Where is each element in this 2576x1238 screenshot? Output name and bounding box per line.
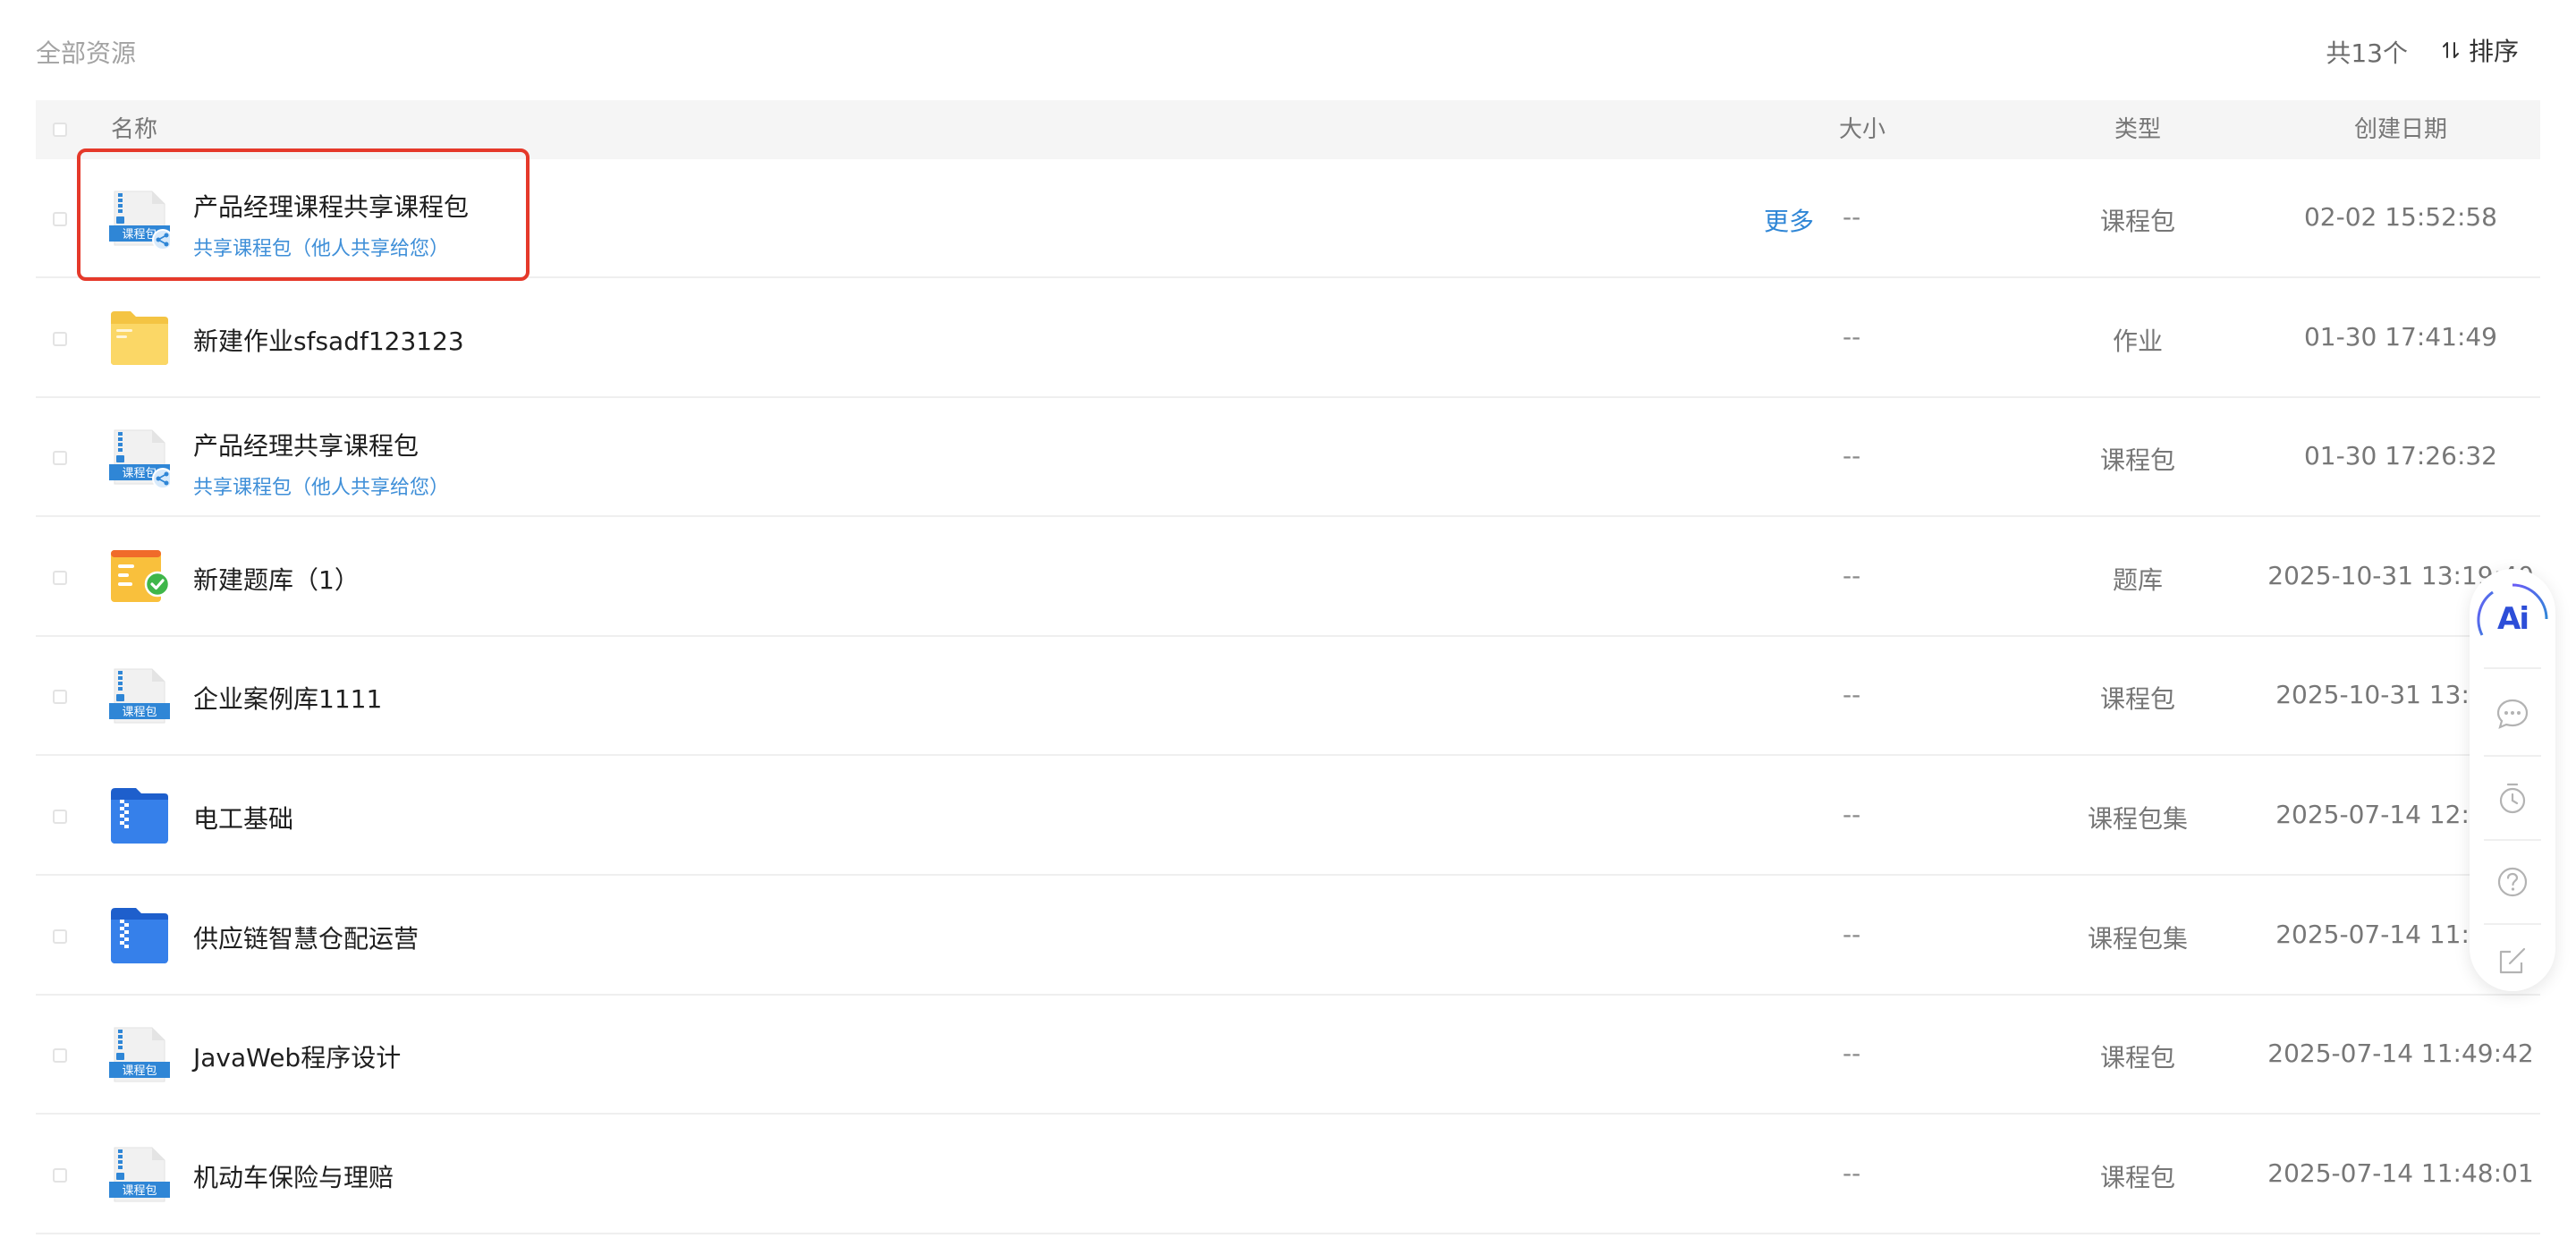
row-checkbox[interactable] xyxy=(53,929,67,944)
toolbar: 全部资源 共13个 排序 xyxy=(36,0,2540,100)
sort-label: 排序 xyxy=(2468,37,2519,66)
resource-size: -- xyxy=(1843,920,1861,949)
resource-size: -- xyxy=(1843,322,1861,352)
row-checkbox[interactable] xyxy=(53,332,67,346)
resource-date: 02-02 15:52:58 xyxy=(2303,202,2497,232)
edit-icon xyxy=(2499,947,2526,974)
course-package-shared-icon: 课程包 xyxy=(109,427,174,489)
table-row[interactable]: 新建题库（1） -- 题库 2025-10-31 13:19:40 xyxy=(36,518,2540,637)
resource-date: 2025-07-14 11:49:42 xyxy=(2267,1039,2534,1068)
resource-size: -- xyxy=(1843,441,1861,471)
more-button[interactable]: 更多 xyxy=(1764,202,1814,238)
course-package-icon: 课程包 xyxy=(109,1024,170,1085)
chat-button[interactable] xyxy=(2486,687,2539,741)
table-row[interactable]: 课程包 JavaWeb程序设计 -- 课程包 2025-07-14 11:49:42 xyxy=(36,996,2540,1115)
resource-title[interactable]: 供应链智慧仓配运营 xyxy=(193,920,419,955)
table-row[interactable]: 课程包 企业案例库1111 -- 课程包 2025-10-31 13:19:4 xyxy=(36,637,2540,756)
row-checkbox[interactable] xyxy=(53,571,67,585)
course-package-icon: 课程包 xyxy=(109,666,170,726)
column-size[interactable]: 大小 xyxy=(1839,100,1885,159)
resource-type: 题库 xyxy=(2112,565,2163,595)
question-bank-icon xyxy=(109,547,171,607)
resource-title[interactable]: 企业案例库1111 xyxy=(193,680,382,716)
ai-label: Ai xyxy=(2497,601,2529,637)
edit-button[interactable] xyxy=(2486,934,2539,988)
row-checkbox[interactable] xyxy=(53,1048,67,1063)
resource-size: -- xyxy=(1843,1158,1861,1188)
resource-size: -- xyxy=(1843,1039,1861,1068)
divider xyxy=(2484,667,2541,669)
column-type[interactable]: 类型 xyxy=(2043,100,2233,159)
folder-icon xyxy=(109,308,170,369)
resource-size: -- xyxy=(1843,202,1861,232)
resource-size: -- xyxy=(1843,561,1861,590)
help-button[interactable] xyxy=(2486,855,2539,909)
svg-text:课程包: 课程包 xyxy=(122,467,157,480)
resource-type: 课程包 xyxy=(2099,445,2175,475)
timer-icon xyxy=(2499,783,2526,814)
resource-type: 课程包集 xyxy=(2087,804,2188,834)
resource-type: 作业 xyxy=(2112,326,2163,356)
ai-assistant-button[interactable]: Ai xyxy=(2475,581,2550,657)
resource-type: 课程包 xyxy=(2099,1163,2175,1192)
divider xyxy=(2484,839,2541,841)
divider xyxy=(2484,755,2541,757)
resource-type: 课程包 xyxy=(2099,207,2175,236)
resource-date: 01-30 17:41:49 xyxy=(2303,322,2497,352)
resource-size: -- xyxy=(1843,800,1861,829)
resource-type: 课程包集 xyxy=(2087,924,2188,954)
row-checkbox[interactable] xyxy=(53,451,67,465)
resource-title[interactable]: 电工基础 xyxy=(193,800,293,835)
table-row[interactable]: 课程包 机动车保险与理赔 -- 课程包 2025-07-14 11:48:01 xyxy=(36,1115,2540,1234)
svg-text:课程包: 课程包 xyxy=(122,1184,157,1198)
resource-title[interactable]: 新建题库（1） xyxy=(193,561,360,597)
table-row[interactable]: 课程包 产品经理共享课程包共享课程包（他人共享给您） -- 课程包 01-30 17:2… xyxy=(36,398,2540,517)
table-row[interactable]: 电工基础 -- 课程包集 2025-07-14 12:01:2 xyxy=(36,757,2540,876)
divider xyxy=(2484,923,2541,925)
resource-type: 课程包 xyxy=(2099,684,2175,714)
resource-type: 课程包 xyxy=(2099,1043,2175,1073)
chat-icon xyxy=(2496,699,2529,729)
timer-button[interactable] xyxy=(2486,771,2539,825)
resource-title[interactable]: 新建作业sfsadf123123 xyxy=(193,322,464,358)
course-package-icon: 课程包 xyxy=(109,1144,170,1205)
column-date[interactable]: 创建日期 xyxy=(2233,100,2569,159)
resource-date: 01-30 17:26:32 xyxy=(2303,441,2497,471)
total-count: 共13个 xyxy=(2326,38,2408,68)
row-checkbox[interactable] xyxy=(53,1168,67,1183)
svg-text:课程包: 课程包 xyxy=(122,706,157,719)
resource-title[interactable]: 机动车保险与理赔 xyxy=(193,1158,394,1194)
sort-icon xyxy=(2442,42,2459,58)
floating-toolbar: Ai xyxy=(2470,569,2555,991)
table-row[interactable]: 新建作业sfsadf123123 -- 作业 01-30 17:41:49 xyxy=(36,279,2540,398)
row-checkbox[interactable] xyxy=(53,212,67,226)
row-checkbox[interactable] xyxy=(53,810,67,824)
svg-text:课程包: 课程包 xyxy=(122,1064,157,1078)
sort-button[interactable]: 排序 xyxy=(2440,32,2519,68)
package-set-icon xyxy=(109,905,170,966)
resource-title[interactable]: JavaWeb程序设计 xyxy=(193,1039,401,1074)
breadcrumb[interactable]: 全部资源 xyxy=(36,34,136,70)
package-set-icon xyxy=(109,785,170,846)
resource-size: -- xyxy=(1843,680,1861,709)
resource-date: 2025-07-14 11:48:01 xyxy=(2267,1158,2534,1188)
highlight-box xyxy=(77,148,530,281)
help-icon xyxy=(2497,867,2528,897)
row-checkbox[interactable] xyxy=(53,690,67,704)
table-row[interactable]: 供应链智慧仓配运营 -- 课程包集 2025-07-14 11:53:3 xyxy=(36,877,2540,996)
resource-title[interactable]: 产品经理共享课程包 xyxy=(193,427,419,462)
share-subtitle: 共享课程包（他人共享给您） xyxy=(193,477,450,499)
select-all-checkbox[interactable] xyxy=(53,123,67,137)
